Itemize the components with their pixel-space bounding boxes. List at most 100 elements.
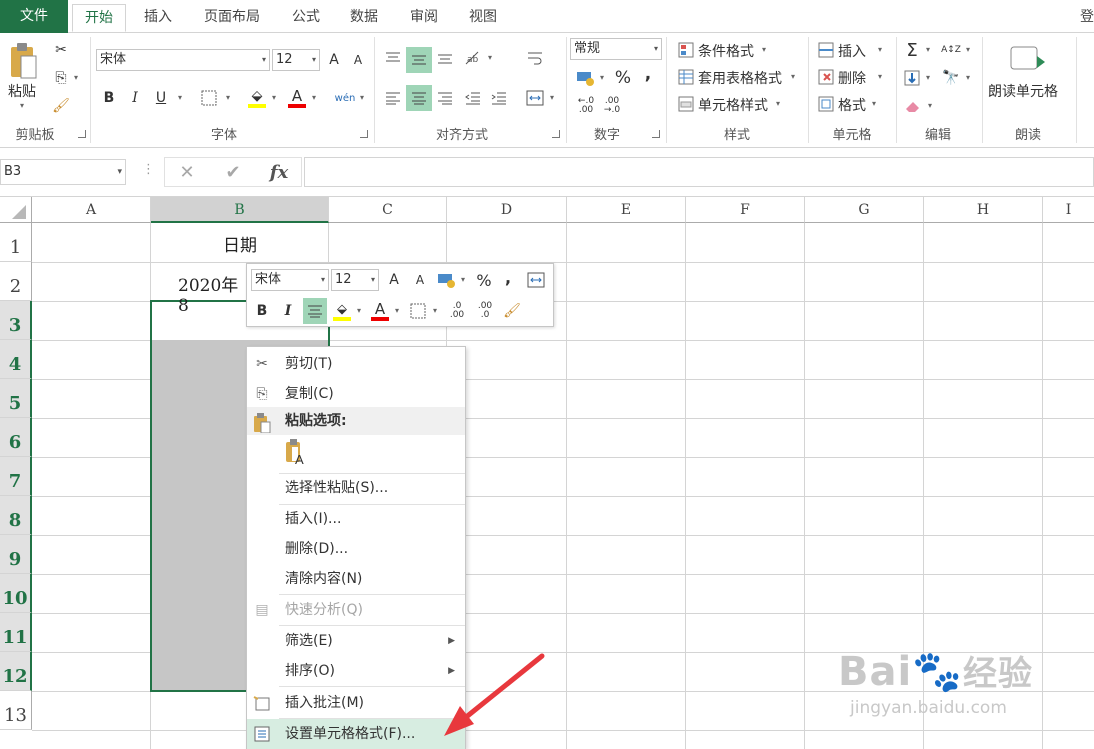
align-middle-icon[interactable] — [406, 47, 432, 73]
font-color-button[interactable]: A — [286, 85, 308, 111]
name-box[interactable]: B3 ▾ — [0, 159, 126, 185]
mini-fill-color-icon[interactable]: ⬙ — [331, 298, 353, 324]
increase-indent-icon[interactable] — [488, 87, 510, 109]
number-launcher-icon[interactable] — [652, 130, 660, 138]
menu-item-clear-contents[interactable]: 清除内容(N) — [247, 564, 465, 594]
alignment-launcher-icon[interactable] — [552, 130, 560, 138]
column-header-b[interactable]: B — [151, 197, 329, 223]
menu-item-insert[interactable]: 插入(I)... — [247, 504, 465, 534]
number-format-combo[interactable]: 常规 ▾ — [570, 38, 662, 60]
mini-grow-font-button[interactable]: A — [385, 269, 403, 291]
mini-format-painter-icon[interactable]: 🖌 — [501, 300, 523, 322]
italic-button[interactable]: I — [126, 87, 144, 109]
font-color-dropdown-icon[interactable]: ▾ — [312, 93, 316, 102]
column-header-c[interactable]: C — [329, 197, 447, 223]
copy-dropdown-icon[interactable]: ▾ — [74, 73, 78, 82]
fill-icon[interactable] — [902, 67, 922, 89]
grow-font-button[interactable]: A — [326, 49, 342, 71]
insert-cells-icon[interactable] — [816, 41, 836, 59]
align-center-icon[interactable] — [406, 85, 432, 111]
comma-button[interactable]: , — [640, 63, 656, 85]
select-all-corner[interactable] — [0, 197, 32, 223]
menu-item-paste-special[interactable]: 选择性粘贴(S)... — [247, 473, 465, 503]
column-header-a[interactable]: A — [32, 197, 151, 223]
row-header-4[interactable]: 4 — [0, 340, 32, 379]
cell-b2[interactable]: 2020年8 — [178, 271, 248, 316]
row-header-5[interactable]: 5 — [0, 379, 32, 418]
border-icon[interactable] — [198, 87, 220, 109]
clear-icon[interactable] — [902, 95, 924, 117]
conditional-format-label[interactable]: 条件格式 — [698, 41, 754, 61]
tab-data[interactable]: 数据 — [338, 4, 390, 32]
mini-center-icon[interactable] — [303, 298, 327, 324]
row-header-12[interactable]: 12 — [0, 652, 32, 691]
mini-border-icon[interactable] — [407, 300, 429, 322]
tab-home[interactable]: 开始 — [72, 4, 126, 32]
delete-cells-icon[interactable] — [816, 68, 836, 86]
fill-color-dropdown-icon[interactable]: ▾ — [272, 93, 276, 102]
align-bottom-icon[interactable] — [434, 47, 456, 69]
copy-icon[interactable]: ⎘ — [50, 67, 72, 89]
row-header-7[interactable]: 7 — [0, 457, 32, 496]
mini-percent-button[interactable]: % — [473, 269, 495, 291]
mini-font-combo[interactable]: 宋体 ▾ — [251, 269, 329, 291]
mini-italic-button[interactable]: I — [277, 299, 299, 323]
cell-styles-label[interactable]: 单元格样式 — [698, 95, 768, 115]
read-aloud-label[interactable]: 朗读单元格 — [988, 81, 1058, 101]
wrap-text-icon[interactable] — [524, 47, 546, 69]
tab-file[interactable]: 文件 — [0, 0, 68, 33]
paste-button[interactable] — [6, 39, 40, 83]
increase-decimal-button[interactable]: ←.0.00 — [574, 95, 598, 117]
paste-keep-text-icon[interactable]: A — [283, 439, 311, 469]
cancel-icon[interactable]: ✕ — [174, 160, 200, 184]
format-painter-icon[interactable]: 🖌 — [50, 95, 72, 117]
format-cells-label[interactable]: 格式 — [838, 95, 866, 115]
mini-comma-button[interactable]: , — [501, 266, 515, 288]
tab-review[interactable]: 审阅 — [398, 4, 450, 32]
phonetic-dropdown-icon[interactable]: ▾ — [360, 93, 364, 102]
menu-item-delete[interactable]: 删除(D)... — [247, 534, 465, 564]
align-left-icon[interactable] — [382, 87, 404, 109]
row-header-11[interactable]: 11 — [0, 613, 32, 652]
row-header-1[interactable]: 1 — [0, 223, 32, 262]
tab-formulas[interactable]: 公式 — [280, 4, 332, 32]
orientation-icon[interactable]: ab — [462, 47, 484, 69]
account-label[interactable]: 登 — [1080, 4, 1094, 32]
mini-shrink-font-button[interactable]: A — [411, 269, 429, 291]
cell-b1[interactable]: 日期 — [151, 231, 329, 256]
mini-merge-icon[interactable] — [525, 269, 547, 291]
autosum-button[interactable]: Σ — [902, 39, 922, 61]
mini-accounting-icon[interactable] — [435, 269, 459, 291]
menu-item-copy[interactable]: ⎘ 复制(C) — [247, 379, 465, 409]
column-header-h[interactable]: H — [924, 197, 1043, 223]
merge-center-icon[interactable] — [524, 87, 546, 109]
mini-bold-button[interactable]: B — [251, 299, 273, 323]
mini-decrease-decimal-button[interactable]: .00.0 — [473, 300, 497, 322]
clipboard-launcher-icon[interactable] — [78, 130, 86, 138]
row-header-6[interactable]: 6 — [0, 418, 32, 457]
find-select-icon[interactable]: 🔭 — [940, 67, 962, 89]
align-right-icon[interactable] — [434, 87, 456, 109]
bold-button[interactable]: B — [100, 87, 118, 109]
accounting-dropdown-icon[interactable]: ▾ — [600, 73, 604, 82]
insert-cells-label[interactable]: 插入 — [838, 41, 866, 61]
border-dropdown-icon[interactable]: ▾ — [226, 93, 230, 102]
delete-cells-label[interactable]: 删除 — [838, 68, 866, 88]
font-launcher-icon[interactable] — [360, 130, 368, 138]
format-as-table-label[interactable]: 套用表格格式 — [698, 68, 782, 88]
font-size-combo[interactable]: 12 ▾ — [272, 49, 320, 71]
percent-button[interactable]: % — [612, 67, 634, 89]
insert-function-icon[interactable]: fx — [266, 160, 292, 184]
menu-item-cut[interactable]: ✂ 剪切(T) — [247, 349, 465, 379]
conditional-format-icon[interactable] — [676, 41, 696, 59]
tab-page-layout[interactable]: 页面布局 — [192, 4, 272, 32]
column-header-g[interactable]: G — [805, 197, 924, 223]
underline-button[interactable]: U — [152, 87, 170, 109]
column-header-f[interactable]: F — [686, 197, 805, 223]
decrease-decimal-button[interactable]: .00 →.0 — [600, 95, 624, 117]
row-header-13[interactable]: 13 — [0, 691, 32, 730]
orientation-dropdown-icon[interactable]: ▾ — [488, 53, 492, 62]
format-cells-icon[interactable] — [816, 95, 836, 113]
format-as-table-icon[interactable] — [676, 68, 696, 86]
underline-dropdown-icon[interactable]: ▾ — [178, 93, 182, 102]
